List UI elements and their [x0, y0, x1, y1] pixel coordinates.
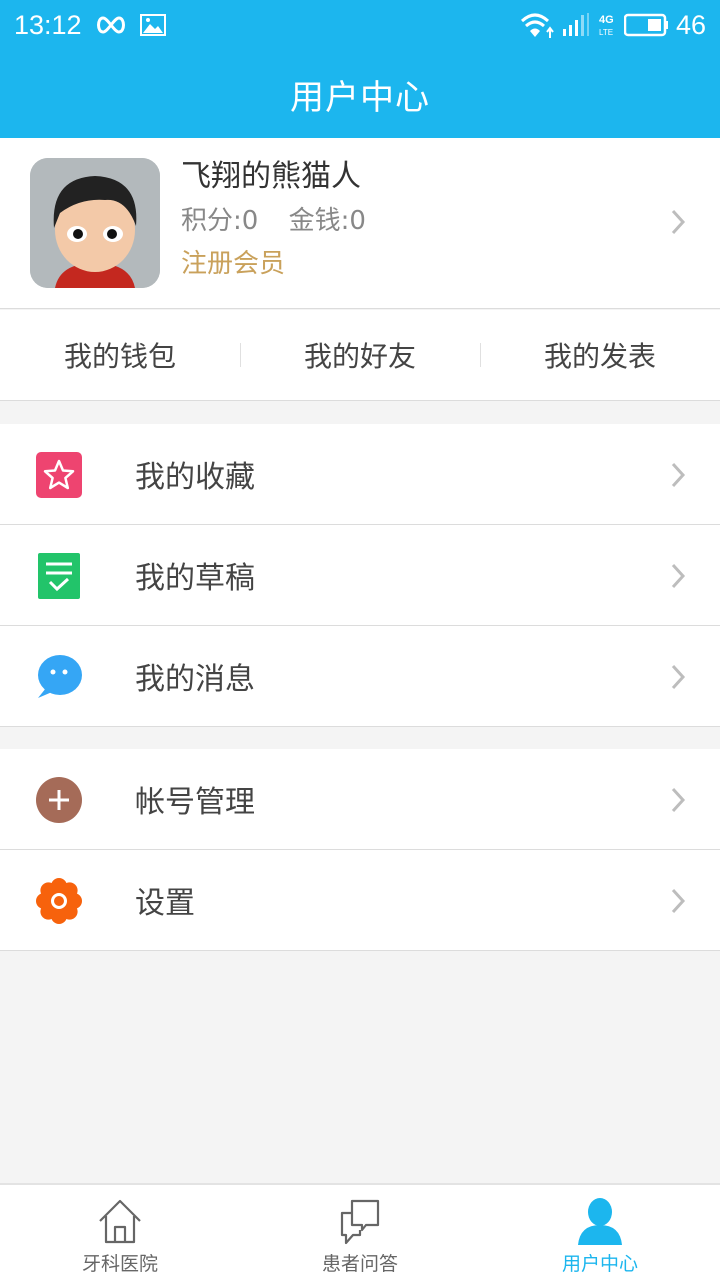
home-icon [99, 1199, 141, 1244]
avatar-image [30, 158, 160, 288]
message-icon [38, 655, 82, 698]
menu-item-favorites[interactable]: 我的收藏 [0, 424, 720, 525]
svg-text:LTE: LTE [599, 28, 613, 37]
tab-user-center[interactable]: 用户中心 [480, 1185, 720, 1280]
star-icon [36, 452, 82, 498]
menu-item-label: 设置 [135, 886, 195, 921]
account-add-icon [36, 777, 82, 823]
chevron-right-icon [671, 664, 686, 690]
tab-label: 患者问答 [321, 1253, 398, 1275]
draft-icon [38, 553, 80, 599]
menu-item-drafts[interactable]: 我的草稿 [0, 525, 720, 626]
chevron-right-icon [671, 462, 686, 488]
menu-item-label: 我的消息 [135, 662, 255, 697]
quick-links: 我的钱包 我的好友 我的发表 [0, 310, 720, 401]
friends-link[interactable]: 我的好友 [240, 310, 480, 400]
network-4g-icon: 4G LTE [599, 14, 614, 37]
image-icon [139, 14, 166, 36]
username: 飞翔的熊猫人 [181, 159, 361, 194]
chevron-right-icon [671, 888, 686, 914]
tab-label: 用户中心 [561, 1253, 638, 1275]
menu-item-messages[interactable]: 我的消息 [0, 626, 720, 727]
menu-group-account: 帐号管理 设置 [0, 749, 720, 951]
user-icon [578, 1198, 622, 1245]
profile-card[interactable]: 飞翔的熊猫人 积分:0 金钱:0 注册会员 [0, 138, 720, 309]
menu-item-settings[interactable]: 设置 [0, 850, 720, 951]
avatar[interactable] [30, 158, 160, 288]
menu-item-label: 帐号管理 [135, 785, 255, 820]
svg-text:4G: 4G [599, 14, 614, 26]
chat-icon [340, 1199, 380, 1245]
tab-qa[interactable]: 患者问答 [240, 1185, 480, 1280]
member-level: 注册会员 [181, 249, 286, 279]
tab-label: 牙科医院 [81, 1253, 158, 1275]
wifi-icon [520, 13, 554, 38]
bottom-tab-bar: 牙科医院 患者问答 用户中心 [0, 1183, 720, 1280]
wallet-link[interactable]: 我的钱包 [0, 310, 240, 400]
posts-link[interactable]: 我的发表 [480, 310, 720, 400]
signal-icon [562, 13, 589, 36]
menu-item-label: 我的收藏 [135, 460, 255, 495]
menu-item-label: 我的草稿 [135, 561, 255, 596]
battery-level: 46 [675, 9, 706, 40]
infinity-icon [96, 16, 125, 34]
chevron-right-icon [671, 209, 686, 235]
chevron-right-icon [671, 563, 686, 589]
menu-group-personal: 我的收藏 我的草稿 我的消息 [0, 424, 720, 727]
page-title: 用户中心 [290, 77, 430, 118]
status-time: 13:12 [14, 9, 82, 40]
money-label: 金钱:0 [288, 206, 366, 236]
tab-hospital[interactable]: 牙科医院 [0, 1185, 240, 1280]
chevron-right-icon [671, 787, 686, 813]
menu-item-account[interactable]: 帐号管理 [0, 749, 720, 850]
battery-icon [623, 13, 668, 37]
settings-flower-icon [36, 878, 82, 924]
status-bar: 13:12 4G LTE 46 [0, 0, 720, 50]
points-label: 积分:0 [181, 206, 259, 236]
title-bar: 用户中心 [0, 50, 720, 138]
